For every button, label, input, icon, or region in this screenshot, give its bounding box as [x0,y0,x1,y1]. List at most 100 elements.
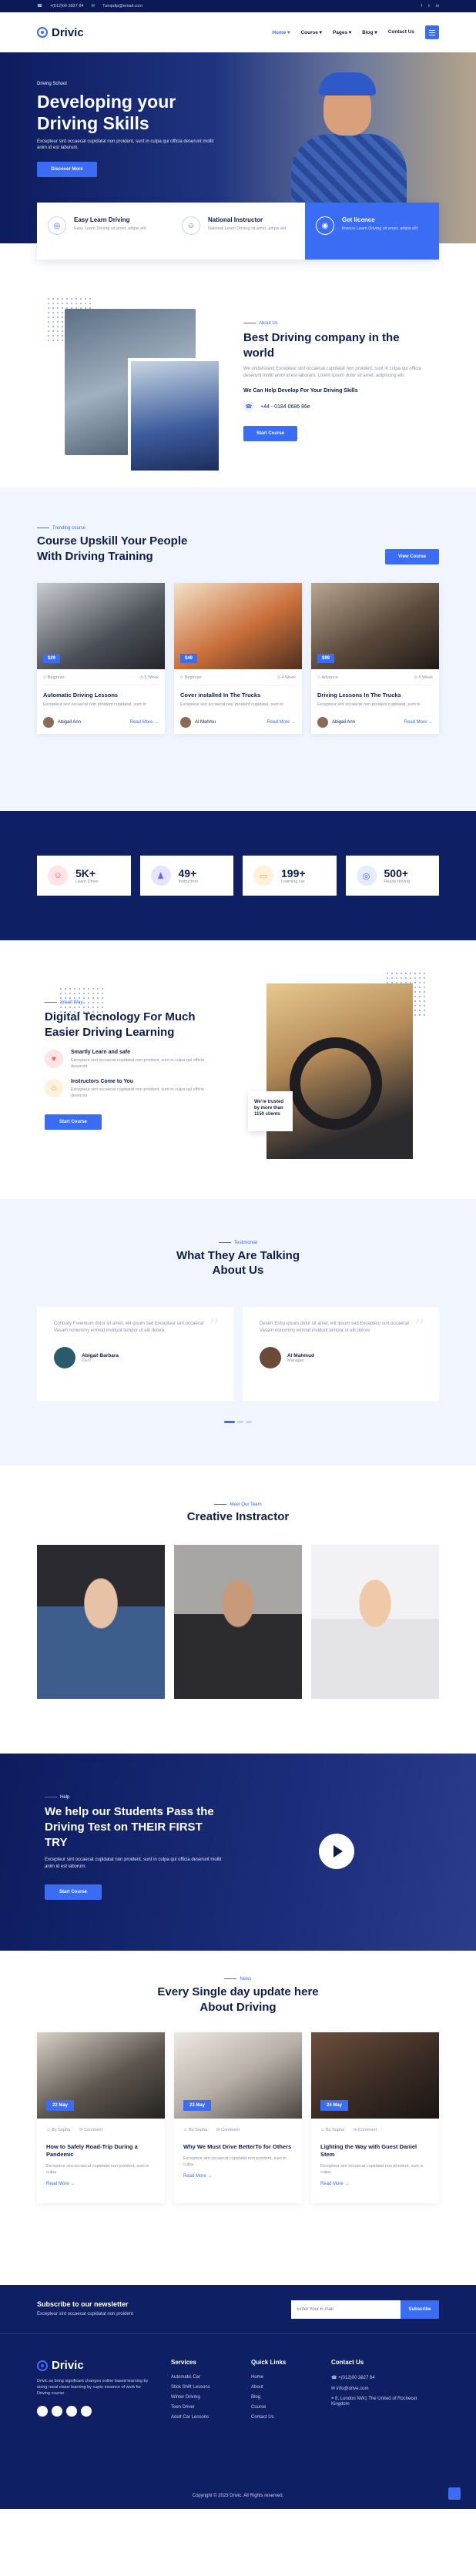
facebook-icon[interactable] [37,2406,48,2417]
read-more-link[interactable]: Read More → [46,2182,156,2186]
course-title[interactable]: Automatic Driving Lessons [43,692,159,698]
team-section: Meet Our Team Creative Instractor [0,1466,476,1754]
read-more-link[interactable]: Read More → [404,720,433,725]
twitter-icon[interactable]: t [428,4,430,8]
course-desc: Excepteur sint occaecat non proident cup… [317,702,421,707]
news-card[interactable]: 24 May ☺ By Sopha ✉ Comment Lighting the Wa… [311,2032,439,2203]
about-description: We understand Excepteur sint occaecat cu… [243,367,421,378]
facebook-icon[interactable]: f [421,4,423,8]
courses-section: Trending course Course Upskill Your Peopl… [0,487,476,811]
newsletter-desc: Excepteur sint occaecat cupidatat non pr… [37,2312,133,2316]
news-card[interactable]: 22 May ☺ By Sopha ✉ Comment How to Safely R… [37,2032,165,2203]
footer-link[interactable]: Blog [251,2395,313,2400]
clock-icon: ◷ 4 Week [277,675,296,680]
play-video-button[interactable] [319,1834,354,1869]
start-course-button[interactable]: Start Course [45,1114,102,1130]
footer-link[interactable]: Course [251,2405,313,2410]
stat-value: 49+ [178,867,197,879]
course-title[interactable]: Driving Lessons In The Trucks [317,692,433,698]
view-course-button[interactable]: View Course [385,549,439,564]
instructor-photo[interactable] [311,1545,439,1699]
course-price: $29 [43,654,61,663]
feature-card[interactable]: ◎ Easy Learn Driving Easy Learn Driving si… [37,203,171,260]
course-card[interactable]: $29 ◇ Beginner ◷ 5 Week Automatic Driving… [37,583,165,734]
about-image-secondary [128,358,222,474]
read-more-link[interactable]: Read More → [130,720,159,725]
phone-icon: ☎ [243,401,254,412]
course-card[interactable]: $49 ◇ Beginner ◷ 4 Week Cover installed I… [174,583,302,734]
about-tag: About Us [243,321,428,326]
instructor-photo[interactable] [174,1545,302,1699]
course-price: $99 [317,654,335,663]
start-course-button[interactable]: Start Course [243,426,297,441]
read-more-link[interactable]: Read More → [267,720,296,725]
footer-link[interactable]: Stick Shift Lessons [171,2385,233,2390]
feature-card[interactable]: ☺ National Instructor National Learn Drivi… [171,203,305,260]
news-headline[interactable]: Lighting the Way with Guest Daniel Stem [320,2143,430,2159]
quick-links-heading: Quick Links [251,2359,287,2366]
read-more-link[interactable]: Read More → [320,2182,430,2186]
footer-phone[interactable]: ☎ +(012)00 3827 84 [331,2375,431,2380]
nav-course[interactable]: Course ▾ [300,29,321,35]
course-card[interactable]: $99 ◇ Advance ◷ 6 Week Driving Lessons In… [311,583,439,734]
feature-card-active[interactable]: ◉ Get licence licence Learn Driving sit am… [305,203,439,260]
logo-text: Drivic [52,25,84,39]
subscribe-button[interactable]: Subscribe [401,2300,439,2319]
smart-item-title: Smartly Learn and safe [71,1050,131,1055]
course-desc: Excepteur sint occaecat non proident cup… [180,702,283,707]
pager-dot[interactable] [224,1421,235,1423]
topbar-email[interactable]: Tumpdip@email.com [102,4,142,8]
instagram-icon[interactable] [81,2406,92,2417]
steering-wheel-icon [37,2360,48,2371]
clock-icon: ◷ 6 Week [414,675,433,680]
linkedin-icon[interactable] [66,2406,77,2417]
course-image: $49 [174,583,302,669]
feature-title: National Instructor [208,216,263,223]
footer-logo[interactable]: Drivic [37,2359,153,2372]
footer-link[interactable]: Winter Driving [171,2395,233,2400]
read-more-link[interactable]: Read More → [183,2174,293,2179]
newsletter-email-input[interactable] [291,2300,401,2319]
pager-dot[interactable] [246,1421,252,1423]
linkedin-icon[interactable]: in [436,4,439,8]
smart-item-title: Instructors Come to You [71,1079,134,1084]
stat-label: Learn Driver [75,879,99,884]
footer-link[interactable]: Contact Us [251,2415,313,2420]
stat-label: Ready driving [384,879,411,884]
news-image: 22 May [37,2032,165,2119]
topbar-phone[interactable]: +(012)00 3827 84 [50,4,84,8]
nav-contact[interactable]: Contact Us [388,29,414,35]
feature-title: Easy Learn Driving [74,216,130,223]
news-headline[interactable]: Why We Must Drive BetterTo for Others [183,2143,293,2151]
pager-dot[interactable] [237,1421,243,1423]
footer-link[interactable]: Teen Driver [171,2405,233,2410]
social-links: f t in [421,4,439,8]
scroll-to-top-button[interactable] [448,2487,461,2500]
menu-toggle-button[interactable] [425,25,439,39]
nav-home[interactable]: Home ▾ [272,29,290,35]
footer-link[interactable]: Home [251,2375,313,2380]
hero-kicker: Driving School [37,82,67,86]
top-bar: ☎ +(012)00 3827 84 ✉ Tumpdip@email.com f… [0,0,476,12]
driving-photo [266,983,413,1159]
discover-more-button[interactable]: Discover More [37,162,97,177]
courses-tag: Trending course [37,526,214,531]
footer-link[interactable]: About [251,2385,313,2390]
stat-value: 5K+ [75,867,96,879]
nav-blog[interactable]: Blog ▾ [362,29,377,35]
course-title[interactable]: Cover installed In The Trucks [180,692,296,698]
footer-email[interactable]: ✉ info@drive.com [331,2386,431,2391]
news-headline[interactable]: How to Safely Road-Trip During a Pandemi… [46,2143,156,2159]
feature-desc: Easy Learn Driving sit amet, adipis elit [74,226,146,231]
about-phone[interactable]: +44 - 0184 0686 86e [260,404,310,410]
twitter-icon[interactable] [52,2406,62,2417]
nav-pages[interactable]: Pages ▾ [333,29,351,35]
footer-link[interactable]: Automatic Car [171,2375,233,2380]
news-desc: Excepteur sint occaecat cupidatat non pr… [183,2156,287,2167]
news-card[interactable]: 23 May ☺ By Sopha ✉ Comment Why We Must Dri… [174,2032,302,2203]
logo[interactable]: Drivic [37,26,84,39]
footer-link[interactable]: Adult Car Lessons [171,2415,233,2420]
start-course-button[interactable]: Start Course [45,1884,102,1900]
clock-icon: ◷ 5 Week [139,675,159,680]
instructor-photo[interactable] [37,1545,165,1699]
